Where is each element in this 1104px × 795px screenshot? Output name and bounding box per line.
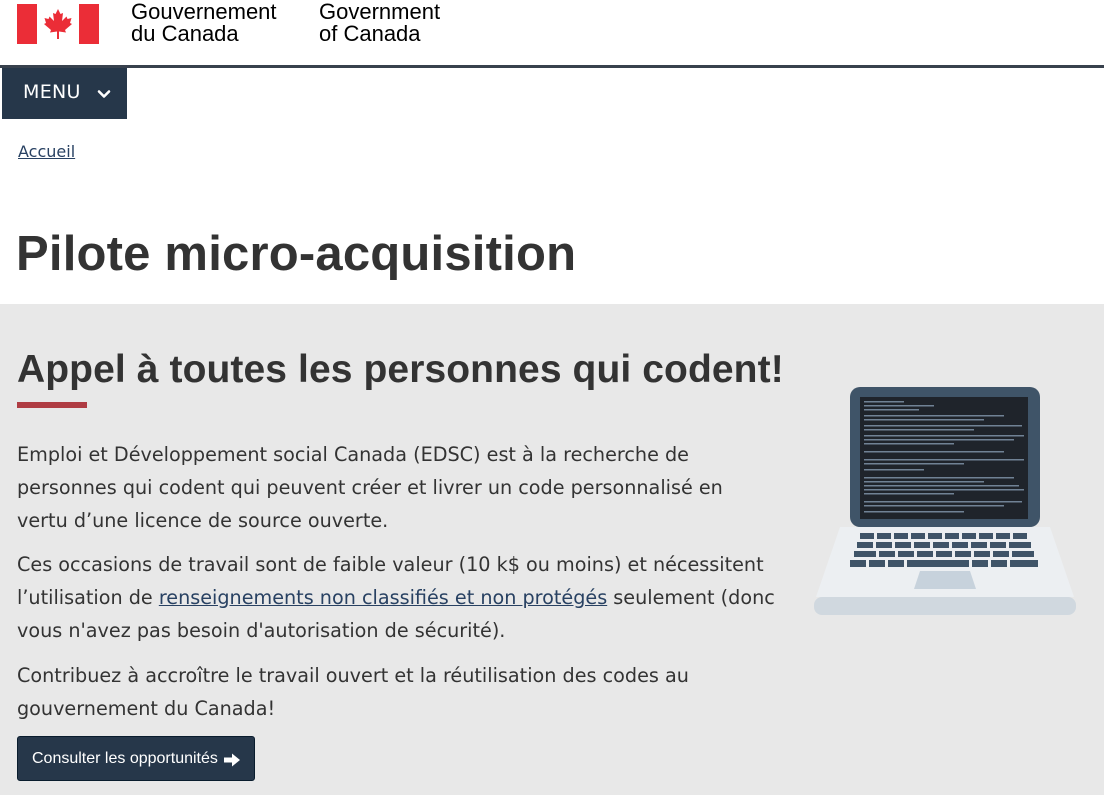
feature-paragraph-2: Ces occasions de travail sont de faible …	[17, 548, 777, 647]
menu-button[interactable]: MENU	[2, 68, 127, 119]
feature-paragraph-3: Contribuez à accroître le travail ouvert…	[17, 664, 689, 720]
heading-accent-bar	[17, 402, 87, 408]
signature-fr-line2: du Canada	[131, 21, 239, 46]
menu-label: MENU	[23, 81, 81, 103]
signature-en-line2: of Canada	[319, 21, 421, 46]
signature-fr-line1: Gouvernement	[131, 0, 277, 24]
breadcrumb-link-home[interactable]: Accueil	[18, 142, 75, 161]
signature-en-line1: Government	[319, 0, 441, 24]
signature-english: Government of Canada	[319, 1, 440, 45]
arrow-right-icon	[224, 753, 240, 767]
unclassified-info-link[interactable]: renseignements non classifiés et non pro…	[159, 586, 607, 609]
view-opportunities-button[interactable]: Consulter les opportunités	[17, 736, 255, 781]
feature-paragraph-1: Emploi et Développement social Canada (E…	[17, 443, 723, 532]
feature-heading: Appel à toutes les personnes qui codent!	[17, 348, 784, 391]
header-divider	[0, 65, 1104, 68]
site-header: Gouvernement du Canada Government of Can…	[0, 0, 1104, 65]
laptop-illustration	[814, 387, 1076, 615]
canada-flag-icon	[17, 4, 99, 44]
chevron-down-icon	[97, 90, 111, 98]
cta-label: Consulter les opportunités	[32, 750, 218, 767]
breadcrumb: Accueil	[18, 142, 75, 161]
page-title: Pilote micro-acquisition	[16, 227, 577, 281]
signature-french: Gouvernement du Canada	[131, 1, 277, 45]
